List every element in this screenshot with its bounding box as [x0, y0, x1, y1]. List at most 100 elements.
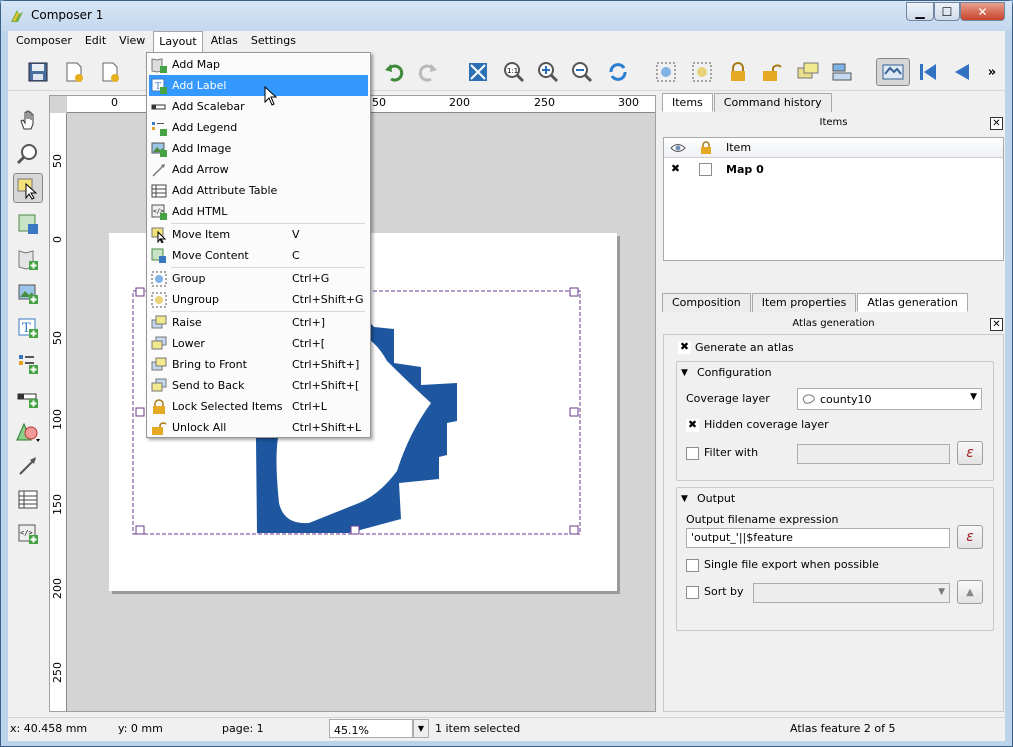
previous-feature-icon[interactable] [948, 58, 976, 86]
menu-item-add-attribute-table[interactable]: Add Attribute Table [149, 180, 368, 201]
menu-item-send-to-back[interactable]: Send to Back Ctrl+Shift+[ [149, 375, 368, 396]
menu-item-bring-to-front[interactable]: Bring to Front Ctrl+Shift+] [149, 354, 368, 375]
menu-item-lock-selected[interactable]: Lock Selected Items Ctrl+L [149, 396, 368, 417]
menu-view[interactable]: View [114, 31, 150, 52]
menu-item-move-content[interactable]: Move Content C [149, 245, 368, 266]
move-content-icon[interactable] [13, 209, 43, 239]
redo-icon[interactable] [414, 58, 442, 86]
hidden-coverage-check[interactable]: ✖ [686, 419, 699, 432]
toolbar-overflow-icon[interactable]: » [982, 58, 1002, 86]
add-map-icon [151, 57, 167, 73]
zoom-tool-icon[interactable] [13, 139, 43, 169]
menu-composer[interactable]: Composer [11, 31, 77, 52]
menu-item-add-label[interactable]: T Add Label [149, 75, 368, 96]
generate-atlas-label[interactable]: Generate an atlas [695, 341, 794, 354]
menu-item-add-legend[interactable]: Add Legend [149, 117, 368, 138]
sort-by-check[interactable] [686, 586, 699, 599]
menu-settings[interactable]: Settings [246, 31, 301, 52]
close-icon[interactable]: ✕ [990, 318, 1003, 331]
add-image-tool-icon[interactable] [13, 279, 43, 309]
menu-item-add-html[interactable]: </> Add HTML [149, 201, 368, 222]
raise-items-icon[interactable] [794, 58, 822, 86]
configuration-title: Configuration [697, 366, 772, 379]
add-map-tool-icon[interactable] [13, 245, 43, 275]
add-shape-tool-icon[interactable] [13, 417, 43, 447]
tab-composition[interactable]: Composition [662, 293, 751, 312]
undo-icon[interactable] [380, 58, 408, 86]
refresh-icon[interactable] [604, 58, 632, 86]
sort-by-label[interactable]: Sort by [704, 585, 744, 598]
new-composer-icon[interactable] [60, 58, 88, 86]
add-legend-tool-icon[interactable] [13, 349, 43, 379]
duplicate-composer-icon[interactable] [96, 58, 124, 86]
output-group: ▼ Output Output filename expression 'out… [676, 487, 994, 631]
menu-item-add-image[interactable]: Add Image [149, 138, 368, 159]
filter-with-label[interactable]: Filter with [704, 446, 758, 459]
output-title: Output [697, 492, 736, 505]
add-label-tool-icon[interactable]: T [13, 313, 43, 343]
map0-item-name[interactable]: Map 0 [726, 163, 764, 176]
hidden-coverage-label[interactable]: Hidden coverage layer [704, 418, 829, 431]
tab-item-properties[interactable]: Item properties [751, 293, 857, 312]
menu-item-unlock-all[interactable]: Unlock All Ctrl+Shift+L [149, 417, 368, 438]
menu-item-move-item[interactable]: Move Item V [149, 224, 368, 245]
group-icon [151, 271, 167, 287]
add-label-icon: T [151, 78, 167, 94]
collapse-icon[interactable]: ▼ [681, 368, 688, 378]
filename-expression-button[interactable]: ε [957, 525, 983, 549]
add-scalebar-tool-icon[interactable] [13, 383, 43, 413]
map0-visible-check[interactable]: ✖ [669, 163, 682, 176]
close-button[interactable]: ✕ [960, 2, 1005, 21]
menu-item-ungroup[interactable]: Ungroup Ctrl+Shift+G [149, 289, 368, 310]
sort-by-select[interactable]: ▼ [753, 583, 950, 603]
output-filename-input[interactable]: 'output_'||$feature [686, 528, 950, 548]
filter-with-check[interactable] [686, 447, 699, 460]
title-bar[interactable]: Composer 1 ▁ ☐ ✕ [1, 1, 1012, 31]
single-file-check[interactable] [686, 559, 699, 572]
menu-item-lower[interactable]: Lower Ctrl+[ [149, 333, 368, 354]
zoom-out-icon[interactable] [568, 58, 596, 86]
maximize-button[interactable]: ☐ [934, 2, 960, 21]
lock-icon[interactable] [724, 58, 752, 86]
align-items-icon[interactable] [828, 58, 856, 86]
items-tree[interactable]: Item ✖ Map 0 [663, 137, 1004, 261]
generate-atlas-check[interactable]: ✖ [678, 341, 691, 354]
atlas-preview-icon[interactable] [876, 58, 910, 86]
add-arrow-tool-icon[interactable] [13, 451, 43, 481]
unlock-icon[interactable] [758, 58, 786, 86]
select-move-icon[interactable] [13, 173, 43, 203]
add-html-tool-icon[interactable]: </> [13, 519, 43, 549]
map0-lock-check[interactable] [699, 163, 712, 176]
tab-items[interactable]: Items [662, 93, 713, 112]
tab-atlas-generation[interactable]: Atlas generation [857, 293, 968, 312]
zoom-in-icon[interactable] [534, 58, 562, 86]
menu-item-add-map[interactable]: Add Map [149, 54, 368, 75]
add-attribute-table-icon [151, 183, 167, 199]
zoom-100-icon[interactable]: 1:1 [500, 58, 528, 86]
menu-item-group[interactable]: Group Ctrl+G [149, 268, 368, 289]
group-icon[interactable] [652, 58, 680, 86]
menu-item-add-scalebar[interactable]: Add Scalebar [149, 96, 368, 117]
tab-command-history[interactable]: Command history [713, 93, 832, 112]
close-icon[interactable]: ✕ [990, 117, 1003, 130]
zoom-dropdown-icon[interactable]: ▼ [413, 719, 429, 738]
zoom-full-icon[interactable] [464, 58, 492, 86]
save-icon[interactable] [24, 58, 52, 86]
coverage-layer-select[interactable]: county10 ▼ [797, 388, 982, 410]
sort-order-button[interactable]: ▲ [957, 580, 983, 604]
first-feature-icon[interactable] [914, 58, 942, 86]
ungroup-icon[interactable] [688, 58, 716, 86]
collapse-icon[interactable]: ▼ [681, 494, 688, 504]
filter-with-input[interactable] [797, 444, 950, 464]
menu-edit[interactable]: Edit [80, 31, 111, 52]
minimize-button[interactable]: ▁ [906, 2, 934, 21]
single-file-label[interactable]: Single file export when possible [704, 558, 879, 571]
pan-icon[interactable] [13, 105, 43, 135]
menu-item-raise[interactable]: Raise Ctrl+] [149, 312, 368, 333]
menu-item-add-arrow[interactable]: Add Arrow [149, 159, 368, 180]
add-attribute-table-tool-icon[interactable] [13, 485, 43, 515]
menu-layout[interactable]: Layout [153, 31, 203, 52]
zoom-combo[interactable]: 45.1% [329, 719, 413, 738]
filter-expression-button[interactable]: ε [957, 441, 983, 465]
menu-atlas[interactable]: Atlas [206, 31, 243, 52]
